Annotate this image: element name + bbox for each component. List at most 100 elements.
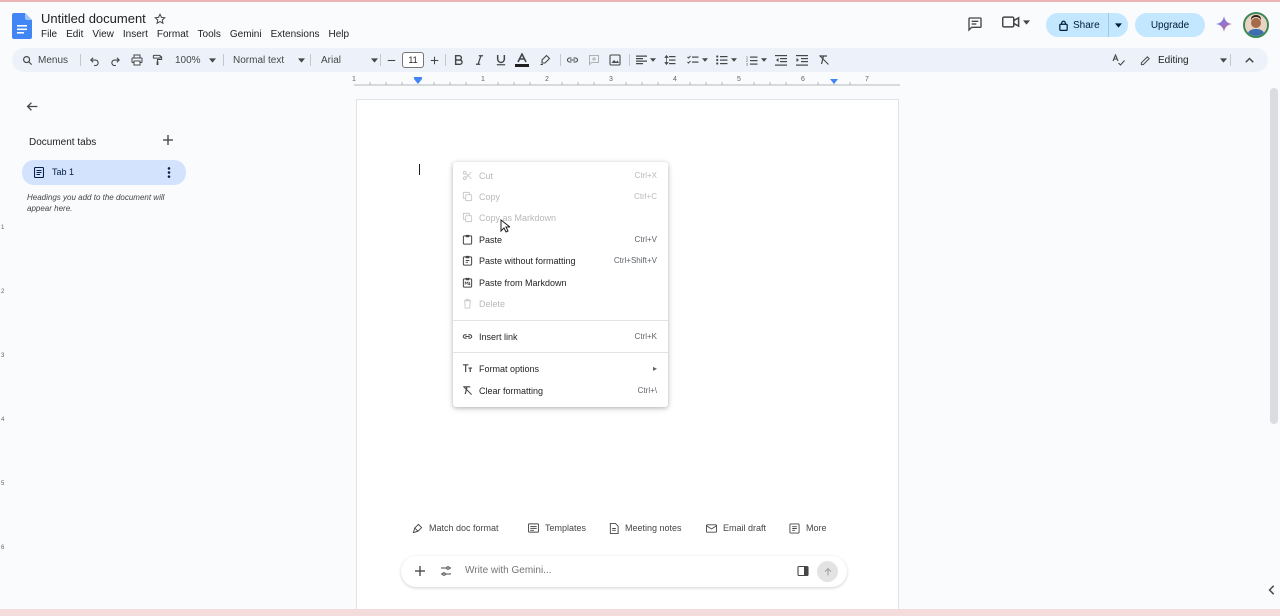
paragraph-style-select[interactable]: Normal text: [233, 48, 306, 72]
menu-help[interactable]: Help: [329, 29, 359, 40]
highlight-color-icon[interactable]: [539, 48, 551, 72]
font-family-value: Arial: [321, 54, 342, 66]
menu-gemini[interactable]: Gemini: [230, 29, 271, 40]
increase-indent-icon[interactable]: [796, 48, 808, 72]
menu-file[interactable]: File: [41, 29, 66, 40]
meet-button[interactable]: [1002, 15, 1030, 29]
menu-divider: [453, 320, 668, 321]
document-tabs-heading: Document tabs: [29, 137, 97, 148]
share-label: Share: [1073, 19, 1100, 31]
share-main[interactable]: Share: [1046, 13, 1109, 37]
menu-format[interactable]: Format: [157, 29, 198, 40]
text-format-icon: [462, 363, 473, 374]
zoom-select[interactable]: 100%: [175, 48, 216, 72]
menu-item-delete[interactable]: Delete: [453, 293, 668, 314]
decrease-indent-icon[interactable]: [775, 48, 787, 72]
chip-label: Meeting notes: [625, 523, 682, 533]
menu-edit[interactable]: Edit: [66, 29, 92, 40]
add-comment-icon[interactable]: [588, 48, 600, 72]
menu-extensions[interactable]: Extensions: [271, 29, 329, 40]
collapse-toolbar-icon[interactable]: [1245, 48, 1254, 72]
side-panel-icon[interactable]: [797, 565, 809, 577]
send-arrow-icon[interactable]: [817, 561, 838, 582]
first-line-indent-marker[interactable]: [414, 77, 422, 79]
search-icon: [22, 55, 33, 66]
underline-icon[interactable]: [496, 48, 506, 72]
menu-item-clear-formatting[interactable]: Clear formatting Ctrl+\: [453, 380, 668, 401]
vertical-ruler[interactable]: 1 2 3 4 5 6: [0, 92, 8, 602]
font-size-field[interactable]: 11: [402, 48, 424, 72]
tab-1[interactable]: Tab 1: [22, 160, 186, 185]
upgrade-button[interactable]: Upgrade: [1135, 13, 1205, 37]
document-title[interactable]: Untitled document: [41, 11, 146, 26]
more-vertical-icon[interactable]: [167, 167, 171, 178]
chip-meeting-notes[interactable]: Meeting notes: [609, 518, 682, 538]
menu-item-label: Copy as Markdown: [479, 213, 557, 223]
chip-more[interactable]: More: [789, 518, 827, 538]
spellcheck-icon[interactable]: [1112, 48, 1125, 72]
left-indent-marker[interactable]: [414, 79, 422, 84]
tune-icon[interactable]: [440, 565, 452, 577]
back-arrow-icon[interactable]: [26, 100, 39, 113]
ruler-number: 3: [609, 76, 613, 83]
link-icon[interactable]: [566, 48, 579, 72]
menu-item-copy[interactable]: Copy Ctrl+C: [453, 186, 668, 207]
avatar[interactable]: [1243, 12, 1269, 38]
insert-image-icon[interactable]: [609, 48, 621, 72]
checklist-icon[interactable]: [687, 48, 708, 72]
bold-icon[interactable]: [454, 48, 463, 72]
share-dropdown[interactable]: [1109, 22, 1128, 28]
link-icon: [462, 331, 473, 342]
italic-icon[interactable]: [475, 48, 484, 72]
formatting-toolbar: Menus 100% Normal text Arial 11 1 2 3 Ed…: [12, 48, 1268, 72]
chip-label: Templates: [545, 523, 587, 533]
paint-format-icon[interactable]: [152, 48, 163, 72]
redo-icon[interactable]: [110, 48, 121, 72]
star-icon[interactable]: [154, 13, 166, 25]
decrease-font-size-icon[interactable]: [387, 48, 396, 72]
align-left-icon[interactable]: [636, 48, 656, 72]
font-size-value[interactable]: 11: [402, 52, 424, 68]
menu-bar: File Edit View Insert Format Tools Gemin…: [41, 29, 358, 40]
menu-insert[interactable]: Insert: [123, 29, 157, 40]
undo-icon[interactable]: [89, 48, 100, 72]
horizontal-ruler[interactable]: 1 1 2 3 4 5 6 7: [352, 76, 900, 88]
font-family-select[interactable]: Arial: [321, 48, 379, 72]
vertical-scrollbar[interactable]: [1270, 88, 1278, 424]
text-color-icon[interactable]: [515, 48, 529, 72]
bulleted-list-icon[interactable]: [716, 48, 737, 72]
increase-font-size-icon[interactable]: [430, 48, 439, 72]
right-indent-marker[interactable]: [830, 79, 838, 84]
menu-item-paste[interactable]: Paste Ctrl+V: [453, 229, 668, 250]
docs-logo-icon[interactable]: [12, 13, 32, 39]
add-tab-icon[interactable]: [163, 135, 173, 145]
gemini-sparkle-icon[interactable]: [1216, 16, 1232, 32]
chevron-left-icon[interactable]: [1268, 585, 1276, 595]
menu-item-paste-without-formatting[interactable]: Paste without formatting Ctrl+Shift+V: [453, 250, 668, 271]
menus-search-button[interactable]: Menus: [22, 48, 68, 72]
menu-tools[interactable]: Tools: [198, 29, 230, 40]
clear-formatting-icon[interactable]: [818, 48, 830, 72]
line-spacing-icon[interactable]: [664, 48, 676, 72]
share-button[interactable]: Share: [1046, 13, 1128, 37]
menu-view[interactable]: View: [92, 29, 123, 40]
editing-mode-select[interactable]: Editing: [1140, 48, 1227, 72]
comments-icon[interactable]: [967, 16, 983, 32]
chip-templates[interactable]: Templates: [528, 518, 586, 538]
gemini-input[interactable]: [465, 565, 765, 576]
menu-item-copy-as-markdown[interactable]: Copy as Markdown: [453, 207, 668, 228]
menu-item-label: Copy: [479, 192, 501, 202]
menu-item-format-options[interactable]: Format options ▸: [453, 358, 668, 379]
menu-item-paste-from-markdown[interactable]: Paste from Markdown: [453, 272, 668, 293]
menu-item-cut[interactable]: Cut Ctrl+X: [453, 165, 668, 186]
more-icon: [789, 522, 800, 534]
chip-email-draft[interactable]: Email draft: [706, 518, 766, 538]
ruler-number: 6: [801, 76, 805, 83]
plus-icon[interactable]: [415, 566, 425, 576]
chip-match-doc-format[interactable]: Match doc format: [412, 518, 499, 538]
numbered-list-icon[interactable]: 123: [746, 48, 767, 72]
print-icon[interactable]: [131, 48, 143, 72]
shortcut-label: Ctrl+V: [634, 235, 657, 244]
brush-icon: [412, 523, 423, 534]
menu-item-insert-link[interactable]: Insert link Ctrl+K: [453, 326, 668, 347]
